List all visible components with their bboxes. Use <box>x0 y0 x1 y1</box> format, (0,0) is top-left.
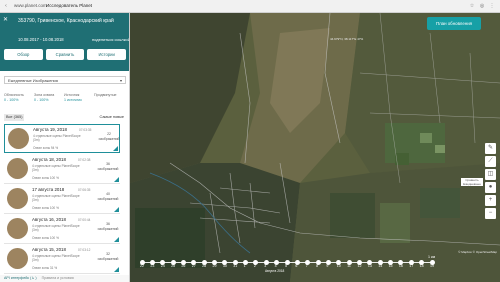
image-type-value: Ежедневные Изображения <box>8 78 58 83</box>
timeline-day-label: 11 <box>347 264 351 268</box>
zoom-in-icon[interactable]: + <box>485 195 496 206</box>
timeline-day-label: 13 <box>367 264 372 268</box>
satellite-map[interactable]: 44.979°N, 38.117°E 47% <box>130 13 500 282</box>
timeline-day-label: 30 <box>222 264 227 268</box>
timeline-day-label: 19 <box>430 264 434 268</box>
share-link[interactable]: поделиться ссылкой <box>92 37 129 42</box>
timeline-day-label: 17 <box>409 264 414 268</box>
timeline-day-label: 31 <box>233 264 238 268</box>
map-scale: 1 км <box>428 255 436 259</box>
timeline-day-label: 29 <box>212 264 217 268</box>
tab-overview[interactable]: Обзор <box>4 49 43 60</box>
upgrade-plan-button[interactable]: План обновления <box>427 17 481 30</box>
timeline-day-label: 7 <box>305 264 308 268</box>
list-header: Все (365) Самые новые <box>4 114 126 121</box>
image-count: 40 изображений <box>97 192 119 201</box>
timeline-day-label: 18 <box>419 264 424 268</box>
list-item[interactable]: Августа 18, 2018 07:02:38 4 отдельные сц… <box>4 155 120 184</box>
close-icon[interactable]: ✕ <box>3 16 8 23</box>
date-range[interactable]: 10.08.2017 - 10.08.2018 <box>18 37 64 42</box>
timeline-day-label: 3 <box>264 264 267 268</box>
corner-marker-icon <box>114 267 119 272</box>
corner-marker-icon <box>114 177 119 182</box>
extension-icon[interactable]: ◎ <box>479 3 485 9</box>
panel-header: ✕ 353790, Гривенское, Краснодарский край… <box>0 13 129 71</box>
map-imagery <box>130 13 500 282</box>
timeline-day-label: 28 <box>202 264 207 268</box>
scene-thumbnail <box>7 158 28 179</box>
list-item[interactable]: 17 августа 2018 07:06:35 4 отдельные сце… <box>4 185 120 214</box>
location-title: 353790, Гривенское, Краснодарский край <box>18 18 114 24</box>
scene-thumbnail <box>7 218 28 239</box>
address-bar[interactable]: www.planet.com <box>14 3 47 8</box>
tab-stories[interactable]: Истории <box>87 49 127 60</box>
chevron-down-icon: ▾ <box>119 78 122 83</box>
timeline-day-label: 2 <box>253 264 256 268</box>
edit-icon[interactable]: ✎ <box>485 143 496 154</box>
list-item[interactable]: Августа 15, 2018 07:03:12 4 отдельные сц… <box>4 245 120 274</box>
back-icon[interactable]: ‹ <box>3 3 9 9</box>
timeline-day-label: 27 <box>191 264 196 268</box>
timeline-day-label: 14 <box>378 264 383 268</box>
image-type-select[interactable]: Ежедневные Изображения ▾ <box>4 76 126 84</box>
compare-daily-toggle[interactable]: Сравнить Ежедневные <box>461 178 483 186</box>
map-attribution: © Mapbox © OpenStreetMap <box>458 250 497 254</box>
zone-filter[interactable]: Зона охвата 0 - 100% <box>34 93 54 102</box>
image-count: 36 изображений <box>97 222 119 231</box>
scene-thumbnail <box>7 248 28 269</box>
timeline-bar[interactable]: 22 23 24 25 26 27 28 29 30 31 1 2 3 4 5 6 7 8 9 10 11 12 13 14 1… <box>130 250 500 282</box>
corner-marker-icon <box>113 146 118 151</box>
timeline-day-label: 16 <box>398 264 403 268</box>
view-tabs: Обзор Сравнить Истории <box>4 49 127 60</box>
results-count[interactable]: Все (365) <box>4 114 25 121</box>
browser-bar: ‹ www.planet.com Исследователь Planet ☆ … <box>0 0 500 13</box>
star-icon[interactable]: ☆ <box>469 3 475 9</box>
menu-icon[interactable]: ⋮ <box>489 3 495 9</box>
coordinates-readout: 44.979°N, 38.117°E 47% <box>330 37 364 41</box>
sort-select[interactable]: Самые новые <box>100 114 124 121</box>
timeline-day-label: 22 <box>140 264 144 268</box>
ruler-icon[interactable]: ⟋ <box>485 156 496 167</box>
timeline-day-label: 12 <box>357 264 362 268</box>
tab-compare[interactable]: Сравнить <box>45 49 85 60</box>
side-panel: ✕ 353790, Гривенское, Краснодарский край… <box>0 13 130 282</box>
panel-footer: API интерфейс (↳ ) Правила и условия <box>0 275 129 282</box>
corner-marker-icon <box>114 237 119 242</box>
cloud-filter[interactable]: Облачность 0 - 100% <box>4 93 24 102</box>
zoom-out-icon[interactable]: − <box>485 208 496 219</box>
filters-bar: Облачность 0 - 100% Зона охвата 0 - 100%… <box>4 93 126 105</box>
timeline-day-label: 24 <box>160 264 165 268</box>
timeline-day-label: 9 <box>326 264 329 268</box>
list-item[interactable]: Августа 19, 2018 07:03:35 4 отдельные сц… <box>4 124 120 153</box>
timeline-day-label: 10 <box>336 264 341 268</box>
scene-thumbnail <box>8 128 29 149</box>
timeline-day-label: 26 <box>181 264 186 268</box>
timeline-day-label: 6 <box>295 264 298 268</box>
corner-marker-icon <box>114 207 119 212</box>
page-title: Исследователь Planet <box>46 3 92 8</box>
location-icon[interactable]: ● <box>485 182 496 193</box>
timeline-day-label: 23 <box>150 264 155 268</box>
image-count: 36 изображений <box>97 162 119 171</box>
layers-icon[interactable]: ◫ <box>485 169 496 180</box>
map-tools: ✎ ⟋ ◫ ● + − <box>485 143 496 221</box>
timeline-day-label: 1 <box>243 264 246 268</box>
image-count: 32 изображений <box>97 252 119 261</box>
image-count: 22 изображений <box>98 132 120 141</box>
scene-thumbnail <box>7 188 28 209</box>
list-item[interactable]: Августа 16, 2018 07:00:44 4 отдельные сц… <box>4 215 120 244</box>
api-link[interactable]: API интерфейс (↳ ) <box>4 276 37 280</box>
timeline-day-label: 25 <box>171 264 176 268</box>
timeline-day-label: 15 <box>388 264 393 268</box>
advanced-filter[interactable]: Продвинутые <box>94 93 117 98</box>
timeline-day-label: 4 <box>274 264 277 268</box>
terms-link[interactable]: Правила и условия <box>42 276 74 280</box>
timeline-day-label: 5 <box>285 264 287 268</box>
source-filter[interactable]: Источник 1 источник <box>64 93 82 102</box>
timeline-day-label: 8 <box>316 264 319 268</box>
timeline-month: Августа 2018 <box>265 269 285 273</box>
